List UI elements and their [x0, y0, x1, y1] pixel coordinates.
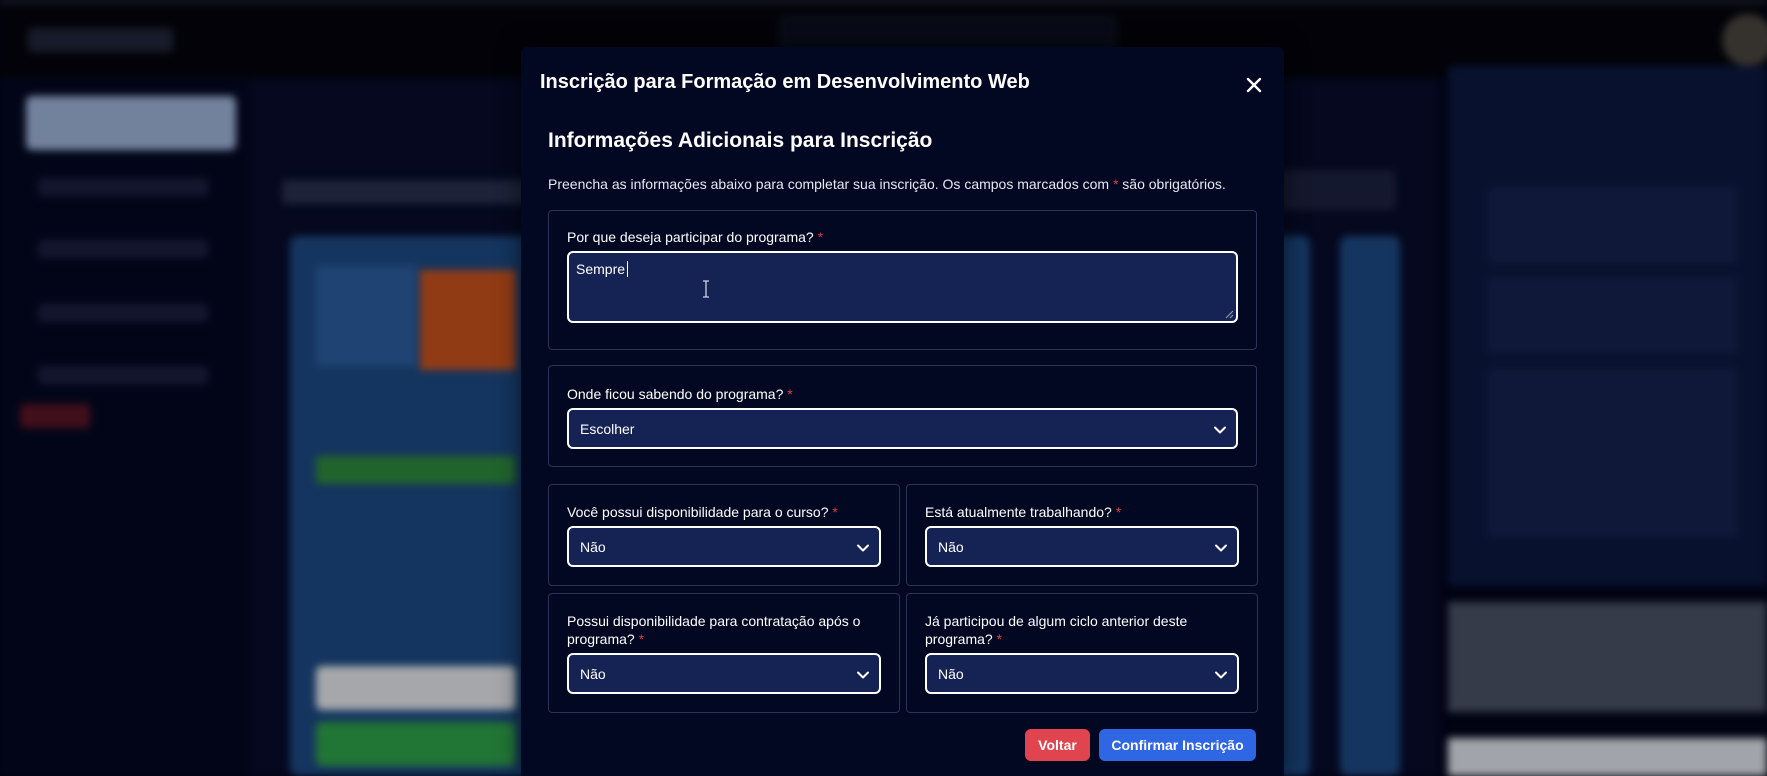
source-label: Onde ficou sabendo do programa? * [567, 385, 793, 403]
hiring-availability-label-text: Possui disponibilidade para contratação … [567, 613, 861, 647]
working-selected-value: Não [938, 539, 964, 555]
availability-label: Você possui disponibilidade para o curso… [567, 503, 838, 521]
source-field-group: Onde ficou sabendo do programa? * Escolh… [548, 365, 1257, 467]
source-selected-value: Escolher [580, 421, 635, 437]
availability-selected-value: Não [580, 539, 606, 555]
required-mark: * [1115, 504, 1122, 520]
required-mark: * [787, 386, 793, 402]
motivation-value: Sempre [576, 261, 626, 277]
back-button[interactable]: Voltar [1025, 729, 1090, 761]
previous-cycle-selected-value: Não [938, 666, 964, 682]
hiring-availability-field-group: Possui disponibilidade para contratação … [548, 593, 900, 713]
availability-field-group: Você possui disponibilidade para o curso… [548, 484, 900, 586]
source-label-text: Onde ficou sabendo do programa? [567, 386, 784, 402]
modal-title: Inscrição para Formação em Desenvolvimen… [540, 71, 1030, 93]
enrollment-modal: Inscrição para Formação em Desenvolvimen… [521, 47, 1284, 776]
intro-prefix: Preencha as informações abaixo para comp… [548, 176, 1110, 192]
required-mark: * [1112, 176, 1119, 192]
chevron-down-icon [857, 544, 869, 552]
chevron-down-icon [1215, 544, 1227, 552]
confirm-enrollment-button[interactable]: Confirmar Inscrição [1099, 729, 1256, 761]
modal-header: Inscrição para Formação em Desenvolvimen… [521, 47, 1284, 109]
chevron-down-icon [1214, 426, 1226, 434]
working-label: Está atualmente trabalhando? * [925, 503, 1121, 521]
source-select[interactable]: Escolher [567, 408, 1238, 449]
required-mark: * [638, 631, 645, 647]
required-mark: * [996, 631, 1003, 647]
previous-cycle-select[interactable]: Não [925, 653, 1239, 694]
working-label-text: Está atualmente trabalhando? [925, 504, 1112, 520]
availability-select[interactable]: Não [567, 526, 881, 567]
text-cursor-icon [703, 280, 709, 298]
previous-cycle-field-group: Já participou de algum ciclo anterior de… [906, 593, 1258, 713]
intro-suffix: são obrigatórios. [1122, 176, 1226, 192]
section-title: Informações Adicionais para Inscrição [548, 129, 933, 152]
motivation-textarea[interactable]: Sempre [567, 251, 1238, 323]
motivation-label-text: Por que deseja participar do programa? [567, 229, 814, 245]
motivation-field-group: Por que deseja participar do programa? *… [548, 210, 1257, 350]
resize-grip-icon[interactable] [1224, 309, 1234, 319]
required-mark: * [832, 504, 838, 520]
hiring-availability-label: Possui disponibilidade para contratação … [567, 612, 867, 648]
working-field-group: Está atualmente trabalhando? * Não [906, 484, 1258, 586]
intro-text: Preencha as informações abaixo para comp… [548, 176, 1226, 192]
previous-cycle-label: Já participou de algum ciclo anterior de… [925, 612, 1225, 648]
motivation-label: Por que deseja participar do programa? * [567, 228, 823, 246]
text-caret [627, 261, 629, 277]
working-select[interactable]: Não [925, 526, 1239, 567]
previous-cycle-label-text: Já participou de algum ciclo anterior de… [925, 613, 1188, 647]
chevron-down-icon [857, 671, 869, 679]
required-mark: * [817, 229, 824, 245]
hiring-availability-select[interactable]: Não [567, 653, 881, 694]
close-icon[interactable] [1239, 70, 1269, 100]
chevron-down-icon [1215, 671, 1227, 679]
hiring-availability-selected-value: Não [580, 666, 606, 682]
availability-label-text: Você possui disponibilidade para o curso… [567, 504, 829, 520]
